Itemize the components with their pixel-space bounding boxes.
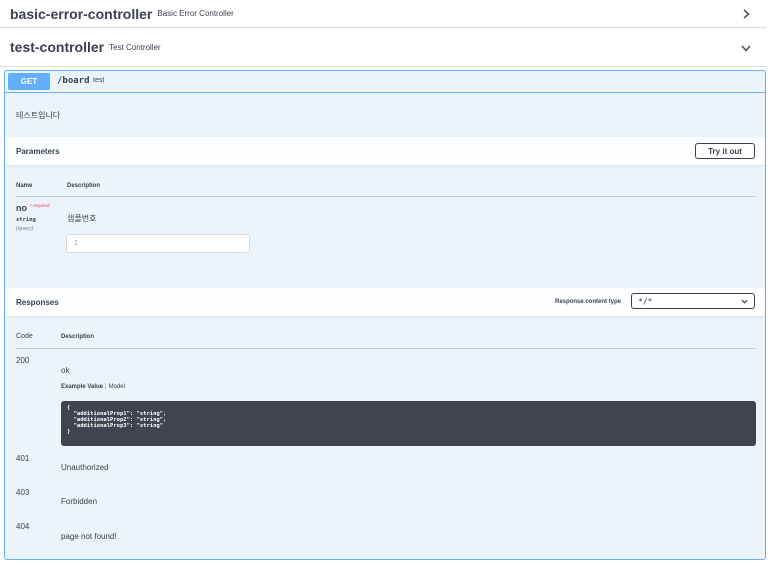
parameter-location: (query) <box>16 226 34 232</box>
response-description: Forbidden <box>61 497 98 506</box>
column-header-description: Description <box>67 183 101 189</box>
responses-title: Responses <box>16 298 59 307</box>
content-type-label: Response content type <box>555 299 622 305</box>
method-badge: GET <box>8 73 50 90</box>
tag-name: basic-error-controller <box>10 5 153 22</box>
response-code: 403 <box>16 488 30 497</box>
operation-summary: test <box>93 77 105 84</box>
chevron-down-icon[interactable] <box>740 42 752 54</box>
response-description: Unauthorized <box>61 463 109 472</box>
example-code-block: { "additionalProp1": "string", "addition… <box>61 401 756 446</box>
model-tab[interactable]: Model <box>109 384 125 390</box>
response-code: 200 <box>16 356 30 365</box>
try-it-out-button[interactable]: Try it out <box>695 143 755 159</box>
opblock-get-board: GET /board test 테스트입니다 Parameters Try it… <box>4 70 766 560</box>
tag-test-controller[interactable]: test-controller Test Controller <box>0 28 766 67</box>
column-header-code: Code <box>16 333 33 340</box>
column-header-description: Description <box>61 334 95 340</box>
tab-separator: | <box>105 384 107 390</box>
content-type-value: */* <box>638 296 653 306</box>
operation-description: 테스트입니다 <box>16 111 61 120</box>
opblock-summary[interactable]: GET /board test <box>5 71 765 93</box>
chevron-right-icon[interactable] <box>740 8 752 20</box>
response-code: 401 <box>16 454 30 463</box>
chevron-down-icon <box>741 298 748 305</box>
tag-description: Test Controller <box>109 42 161 52</box>
example-tabs: Example Value | Model <box>61 384 125 390</box>
column-header-name: Name <box>16 183 33 189</box>
operation-path: /board <box>57 76 90 86</box>
parameters-divider <box>16 196 756 197</box>
tag-basic-error-controller[interactable]: basic-error-controller Basic Error Contr… <box>0 0 766 28</box>
parameter-type: string <box>16 217 36 223</box>
parameters-title: Parameters <box>16 147 60 156</box>
parameter-input-no[interactable]: 1 <box>66 234 250 253</box>
parameter-name: no <box>16 203 27 213</box>
content-type-select[interactable]: */* <box>631 293 755 309</box>
required-marker: * required <box>30 203 50 208</box>
response-code: 404 <box>16 522 30 531</box>
tag-name: test-controller <box>10 39 105 55</box>
response-description: ok <box>61 366 70 375</box>
response-description: page not found! <box>61 532 117 541</box>
code-line: } <box>67 429 71 435</box>
example-value-tab[interactable]: Example Value <box>61 384 103 390</box>
parameter-description: 샘플번호 <box>67 214 97 223</box>
responses-divider <box>16 348 756 349</box>
tag-description: Basic Error Controller <box>157 9 234 18</box>
parameters-header: Parameters Try it out <box>5 137 765 165</box>
